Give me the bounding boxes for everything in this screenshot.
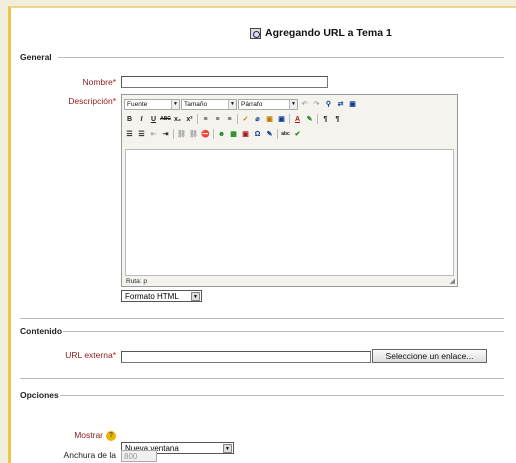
section-rule: [63, 331, 504, 332]
editor-content-area[interactable]: [125, 149, 454, 276]
nombre-label: Nombre*: [30, 77, 116, 87]
numbered-list-icon[interactable]: ☰: [136, 129, 147, 140]
paste-text-icon[interactable]: ▣: [276, 114, 287, 125]
fullscreen-icon[interactable]: ▣: [347, 99, 358, 110]
format-select-value: Formato HTML: [125, 291, 179, 301]
section-opciones-legend: Opciones: [20, 390, 59, 400]
image-icon[interactable]: ▦: [228, 129, 239, 140]
page-title-text: Agregando URL a Tema 1: [265, 27, 392, 39]
chevron-down-icon: ▼: [223, 444, 232, 453]
section-general-legend: General: [20, 52, 52, 62]
select-link-button[interactable]: Seleccione un enlace...: [372, 349, 487, 363]
descripcion-label-text: Descripción: [68, 96, 113, 106]
font-family-select[interactable]: Fuente ▼: [124, 98, 180, 110]
outdent-icon[interactable]: ⇤: [148, 129, 159, 140]
align-center-icon[interactable]: ≡: [212, 114, 223, 125]
media-icon[interactable]: ▣: [240, 129, 251, 140]
required-mark: *: [112, 350, 116, 360]
link-icon[interactable]: ⛓: [176, 129, 187, 140]
section-rule: [60, 395, 504, 396]
rtl-icon[interactable]: ¶: [332, 114, 343, 125]
mostrar-label: Mostrar?: [30, 430, 116, 441]
section-contenido-legend: Contenido: [20, 326, 63, 336]
url-label: URL externa*: [30, 350, 116, 360]
replace-icon[interactable]: ⇄: [335, 99, 346, 110]
html-editor: Fuente ▼ Tamaño ▼ Párrafo ▼ ↶ ↷ ⚲ ⇄ ▣ B I U…: [121, 94, 458, 287]
toolbar-separator: [289, 114, 290, 124]
editor-path: Ruta: p: [126, 278, 147, 285]
special-char-icon[interactable]: Ω: [252, 129, 263, 140]
format-select[interactable]: Formato HTML ▼: [121, 290, 202, 302]
strikethrough-icon[interactable]: ABC: [160, 114, 171, 125]
undo-icon[interactable]: ↶: [299, 99, 310, 110]
ltr-icon[interactable]: ¶: [320, 114, 331, 125]
page-title: Agregando URL a Tema 1: [250, 27, 392, 39]
anchura-input[interactable]: 800: [121, 450, 157, 462]
font-size-select[interactable]: Tamaño ▼: [181, 98, 237, 110]
italic-icon[interactable]: I: [136, 114, 147, 125]
link-page-icon: [250, 27, 261, 39]
url-input[interactable]: [121, 351, 371, 363]
toolbar-separator: [317, 114, 318, 124]
resize-grip-icon[interactable]: ◢: [450, 277, 455, 285]
spellcheck-icon[interactable]: abc: [280, 129, 291, 140]
redo-icon[interactable]: ↷: [311, 99, 322, 110]
paragraph-format-select[interactable]: Párrafo ▼: [238, 98, 298, 110]
section-divider: [20, 318, 504, 319]
subscript-icon[interactable]: x₂: [172, 114, 183, 125]
chevron-down-icon: ▼: [228, 99, 236, 109]
underline-icon[interactable]: U: [148, 114, 159, 125]
paragraph-format-value: Párrafo: [241, 100, 263, 108]
font-family-value: Fuente: [127, 100, 148, 108]
indent-icon[interactable]: ⇥: [160, 129, 171, 140]
toolbar-separator: [237, 114, 238, 124]
align-right-icon[interactable]: ≡: [224, 114, 235, 125]
required-mark: *: [112, 77, 116, 87]
clean-icon[interactable]: ✓: [240, 114, 251, 125]
bulleted-list-icon[interactable]: ☰: [124, 129, 135, 140]
toolbar-separator: [277, 129, 278, 139]
chevron-down-icon: ▼: [289, 99, 297, 109]
anchura-label: Anchura de la: [63, 450, 116, 460]
bold-icon[interactable]: B: [124, 114, 135, 125]
clear-format-icon[interactable]: ⌀: [252, 114, 263, 125]
unlink-icon[interactable]: ⛓: [188, 129, 199, 140]
emoticon-icon[interactable]: ☻: [216, 129, 227, 140]
mostrar-label-text: Mostrar: [74, 430, 103, 440]
font-size-value: Tamaño: [184, 100, 208, 108]
editor-toolbar-row2: B I U ABC x₂ x² ≡ ≡ ≡ ✓ ⌀ ▣ ▣ A ✎ ¶ ¶: [124, 113, 343, 125]
table-icon[interactable]: ✎: [264, 129, 275, 140]
nombre-label-text: Nombre: [82, 77, 113, 87]
section-divider: [20, 378, 504, 379]
toolbar-separator: [213, 129, 214, 139]
help-icon[interactable]: ?: [106, 430, 116, 441]
superscript-icon[interactable]: x²: [184, 114, 195, 125]
editor-toolbar-row3: ☰ ☰ ⇤ ⇥ ⛓ ⛓ ⛔ ☻ ▦ ▣ Ω ✎ abc ✔: [124, 128, 303, 140]
toolbar-separator: [173, 129, 174, 139]
nolink-icon[interactable]: ⛔: [200, 129, 211, 140]
highlight-color-icon[interactable]: ✎: [304, 114, 315, 125]
descripcion-label: Descripción*: [30, 96, 116, 106]
text-color-icon[interactable]: A: [292, 114, 303, 125]
section-rule: [58, 57, 504, 58]
spellcheck-dropdown-icon[interactable]: ✔: [292, 129, 303, 140]
paste-word-icon[interactable]: ▣: [264, 114, 275, 125]
find-icon[interactable]: ⚲: [323, 99, 334, 110]
nombre-input[interactable]: [121, 76, 328, 88]
chevron-down-icon: ▼: [191, 292, 200, 301]
align-left-icon[interactable]: ≡: [200, 114, 211, 125]
editor-toolbar-row1: Fuente ▼ Tamaño ▼ Párrafo ▼ ↶ ↷ ⚲ ⇄ ▣: [124, 98, 358, 110]
chevron-down-icon: ▼: [171, 99, 179, 109]
toolbar-separator: [197, 114, 198, 124]
url-label-text: URL externa: [65, 350, 113, 360]
required-mark: *: [112, 96, 116, 106]
